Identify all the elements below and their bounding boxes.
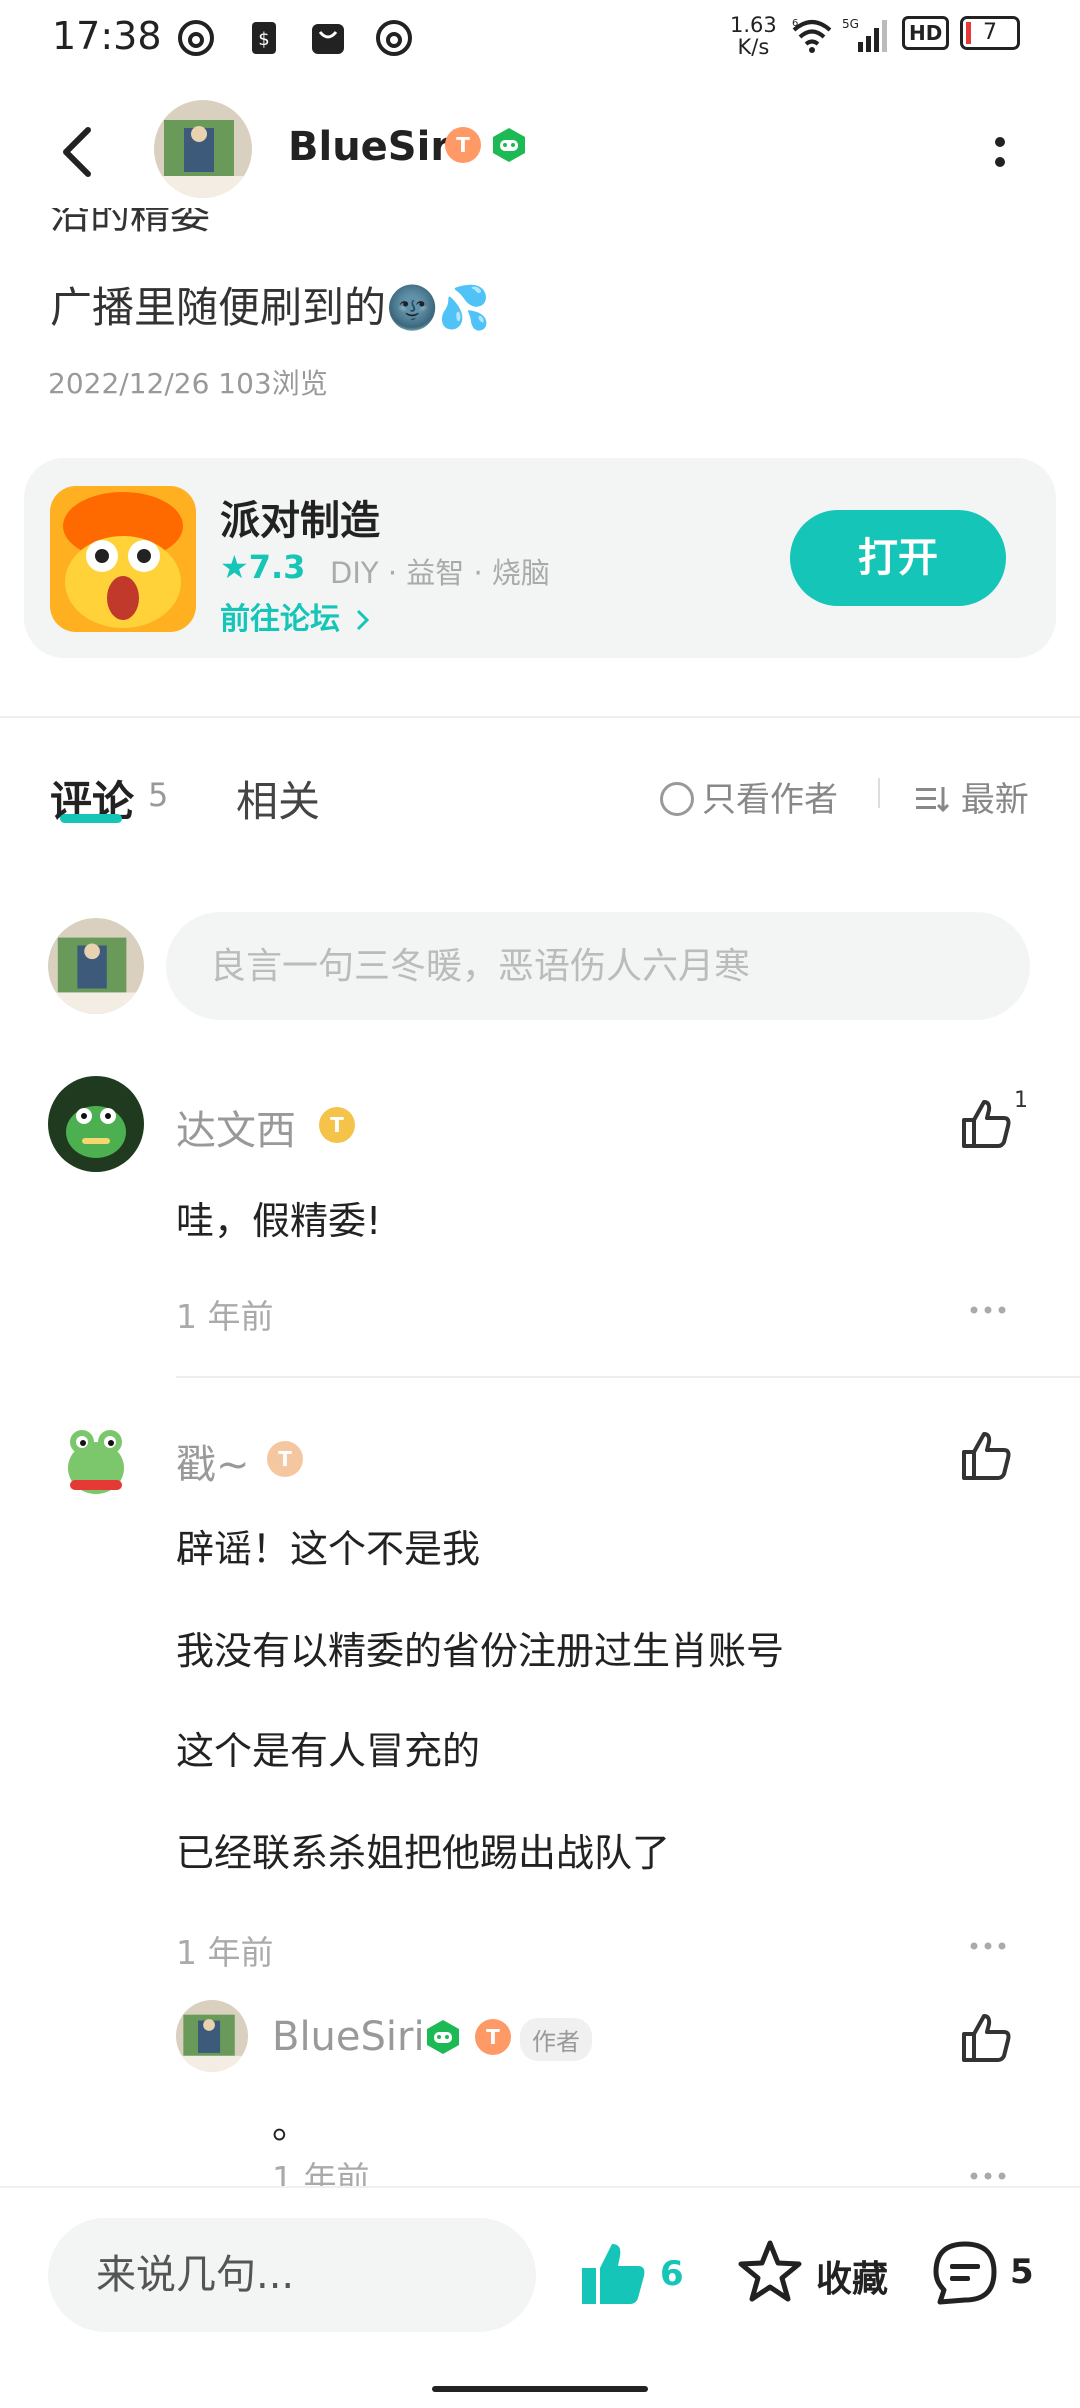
- like-count: 1: [1014, 1088, 1028, 1113]
- comment-bubble-icon[interactable]: [930, 2238, 1000, 2308]
- tab-related[interactable]: 相关: [236, 768, 320, 829]
- hd-indicator: HD: [902, 16, 950, 50]
- reply-text: 。: [272, 2103, 311, 2147]
- more-dots-icon[interactable]: [968, 2170, 1008, 2182]
- game-card[interactable]: 派对制造 ★7.3 DIY · 益智 · 烧脑 前往论坛 打开: [24, 458, 1056, 658]
- back-button[interactable]: [54, 122, 104, 182]
- comment-text-line: 这个是有人冒充的: [176, 1729, 481, 1773]
- gamepad-badge-icon: [493, 128, 525, 162]
- reply-input[interactable]: 来说几句...: [48, 2218, 536, 2332]
- wifi-icon: 6: [792, 18, 832, 53]
- tab-active-indicator: [60, 814, 122, 823]
- level-badge-icon: T: [445, 127, 481, 163]
- reply-name[interactable]: BlueSiri: [272, 2014, 425, 2060]
- comment-text-line: 辟谣！这个不是我: [176, 1527, 481, 1571]
- section-divider: [0, 716, 1080, 718]
- author-name[interactable]: BlueSiri: [288, 124, 464, 170]
- chevron-right-icon: [357, 609, 370, 631]
- like-icon[interactable]: [958, 2010, 1014, 2066]
- favorite-label[interactable]: 收藏: [816, 2250, 888, 2302]
- commenter-name[interactable]: 戳~: [176, 1432, 250, 1490]
- comment-text: 哇，假精委!: [176, 1199, 382, 1243]
- comment-time: 1 年前: [176, 1297, 274, 1336]
- app-header: BlueSiri T: [0, 80, 1080, 220]
- reply-avatar[interactable]: [176, 2000, 248, 2072]
- like-icon[interactable]: [958, 1096, 1014, 1152]
- svg-text:T: T: [456, 133, 470, 157]
- level-badge-icon: T: [267, 1441, 303, 1477]
- commenter-avatar[interactable]: [48, 1410, 144, 1506]
- network-speed: 1.63 K/s: [730, 13, 777, 59]
- post-views: 103浏览: [218, 367, 328, 400]
- netease-music-icon: [376, 20, 412, 56]
- bottom-action-bar: 来说几句... 6 收藏 5: [0, 2186, 1080, 2408]
- post-text-truncated: 沿的精委: [50, 208, 210, 238]
- svg-text:5G: 5G: [842, 17, 859, 31]
- like-icon[interactable]: [958, 1428, 1014, 1484]
- post-text: 广播里随便刷到的🌚💦: [50, 283, 491, 332]
- tab-separator: [878, 778, 880, 808]
- commenter-avatar[interactable]: [48, 1076, 144, 1172]
- like-filled-icon[interactable]: [578, 2240, 648, 2308]
- status-bar: 17:38 $ 1.63 K/s 6 5G HD 7: [0, 0, 1080, 80]
- my-avatar: [48, 918, 144, 1014]
- comment-text-line: 我没有以精委的省份注册过生肖账号: [176, 1629, 785, 1673]
- post-meta: 2022/12/26 103浏览: [48, 362, 328, 402]
- sort-button[interactable]: 最新: [914, 772, 1029, 821]
- card-icon: $: [252, 22, 276, 54]
- home-indicator[interactable]: [432, 2386, 648, 2392]
- game-rating: ★7.3: [220, 548, 306, 586]
- like-count: 6: [660, 2254, 684, 2294]
- reply-time: 1 年前: [272, 2159, 370, 2186]
- author-avatar[interactable]: [154, 100, 252, 198]
- bag-icon: [312, 24, 344, 54]
- more-dots-icon[interactable]: [968, 1304, 1008, 1316]
- sort-icon: [916, 787, 950, 813]
- level-badge-icon: T: [319, 1107, 355, 1143]
- comment-input[interactable]: [166, 912, 1030, 1020]
- comment-time: 1 年前: [176, 1933, 274, 1972]
- tab-comments-count: 5: [148, 776, 169, 814]
- commenter-name[interactable]: 达文西: [176, 1098, 296, 1156]
- game-tags: DIY · 益智 · 烧脑: [330, 556, 550, 590]
- open-game-button[interactable]: 打开: [790, 510, 1006, 606]
- comment-text-line: 已经联系杀姐把他踢出战队了: [176, 1831, 671, 1875]
- author-tag: 作者: [520, 2018, 592, 2061]
- netease-music-icon: [178, 20, 214, 56]
- game-title[interactable]: 派对制造: [220, 488, 380, 546]
- only-author-toggle[interactable]: 只看作者: [660, 772, 838, 821]
- radio-circle-icon: [660, 782, 694, 816]
- comment-count: 5: [1010, 2252, 1034, 2292]
- svg-text:T: T: [278, 1447, 292, 1471]
- star-icon: ★: [220, 548, 249, 586]
- gamepad-badge-icon: [427, 2020, 459, 2054]
- more-options-button[interactable]: [980, 124, 1020, 184]
- svg-text:T: T: [330, 1113, 344, 1137]
- level-badge-icon: T: [475, 2019, 511, 2055]
- forum-link[interactable]: 前往论坛: [220, 594, 372, 638]
- signal-icon: 5G: [842, 17, 887, 52]
- comment-divider: [176, 1376, 1080, 1378]
- svg-text:T: T: [486, 2025, 500, 2049]
- svg-text:$: $: [258, 29, 269, 50]
- post-date: 2022/12/26: [48, 367, 210, 400]
- svg-text:6: 6: [792, 18, 798, 29]
- star-outline-icon[interactable]: [736, 2238, 804, 2306]
- game-icon[interactable]: [50, 486, 196, 632]
- more-dots-icon[interactable]: [968, 1940, 1008, 1952]
- battery-indicator: 7: [960, 16, 1020, 50]
- status-time: 17:38: [52, 14, 162, 58]
